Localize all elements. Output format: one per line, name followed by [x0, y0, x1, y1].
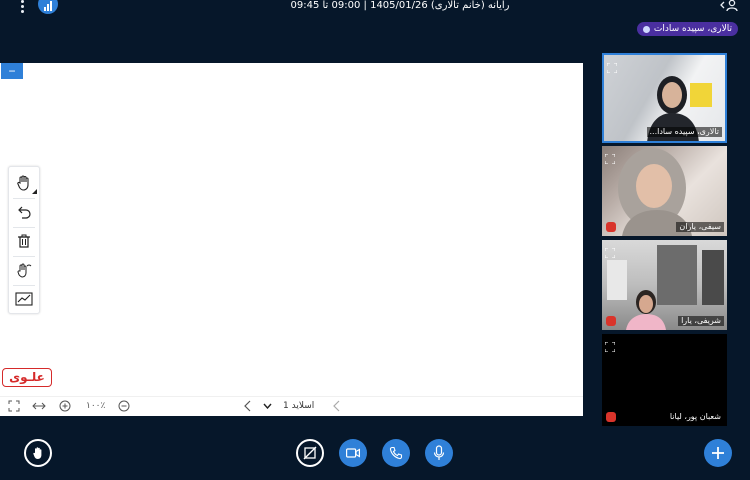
muted-mic-icon — [606, 222, 616, 232]
actions-button[interactable] — [704, 439, 732, 467]
whiteboard-canvas[interactable] — [0, 63, 583, 415]
raise-hand-button[interactable] — [24, 439, 52, 467]
next-slide-icon[interactable] — [333, 399, 341, 413]
participant-name: شعبان پور، لیانا — [666, 412, 724, 422]
top-bar: رایانه (خانم تالاری) 1405/01/26 | 09:00 … — [0, 0, 750, 18]
fullscreen-icon[interactable] — [8, 399, 20, 413]
participant-name: سیفی، یاران — [676, 222, 724, 232]
users-list-icon[interactable] — [718, 0, 740, 12]
presentation-navigation: ۱۰۰٪ اسلاید 1 — [0, 396, 583, 416]
expand-icon[interactable] — [604, 243, 616, 259]
plus-icon — [712, 447, 724, 459]
expand-icon[interactable] — [604, 337, 616, 353]
video-tile[interactable]: تالاری، سپیده سادا... — [602, 53, 727, 143]
participant-name: تالاری، سپیده سادا... — [646, 127, 722, 137]
microphone-button[interactable] — [425, 439, 453, 467]
chart-icon[interactable] — [9, 286, 39, 312]
microphone-icon — [433, 445, 445, 460]
video-tile[interactable]: سیفی، یاران — [602, 146, 727, 236]
previous-slide-icon[interactable] — [244, 399, 252, 413]
minimize-presentation-button[interactable]: − — [1, 63, 23, 79]
expand-icon[interactable] — [606, 58, 618, 74]
school-logo: علـوی — [2, 368, 52, 387]
connection-stats-icon[interactable] — [38, 0, 58, 14]
screen-share-button[interactable] — [296, 439, 324, 467]
presenter-badge: تالاری، سپیده سادات — [636, 22, 738, 36]
undo-icon[interactable] — [9, 199, 39, 225]
hand-tool-icon[interactable] — [9, 170, 39, 196]
zoom-out-icon[interactable] — [118, 399, 130, 413]
presenter-name: تالاری، سپیده سادات — [653, 24, 732, 34]
meeting-title: رایانه (خانم تالاری) 1405/01/26 | 09:00 … — [290, 0, 510, 11]
camera-button[interactable] — [339, 439, 367, 467]
options-menu-icon[interactable] — [16, 0, 28, 14]
muted-mic-icon — [606, 412, 616, 422]
slide-dropdown-chevron-icon[interactable] — [263, 399, 272, 413]
slide-selector[interactable]: اسلاید 1 — [283, 399, 314, 413]
camera-icon — [346, 448, 360, 458]
fit-width-icon[interactable] — [32, 399, 46, 413]
hand-icon — [33, 447, 42, 459]
video-tile[interactable]: شریفی، یارا — [602, 240, 727, 330]
presenter-icon — [642, 25, 650, 33]
audio-button[interactable] — [382, 439, 410, 467]
expand-icon[interactable] — [604, 149, 616, 165]
screen-share-off-icon — [303, 446, 317, 460]
whiteboard-toolbar — [8, 166, 40, 314]
phone-icon — [389, 446, 403, 460]
muted-mic-icon — [606, 316, 616, 326]
participant-name: شریفی، یارا — [678, 316, 724, 326]
delete-icon[interactable] — [9, 228, 39, 254]
video-tile[interactable]: شعبان پور، لیانا — [602, 334, 727, 426]
zoom-level[interactable]: ۱۰۰٪ — [86, 399, 105, 413]
multi-user-whiteboard-icon[interactable] — [9, 257, 39, 283]
zoom-in-icon[interactable] — [59, 399, 71, 413]
